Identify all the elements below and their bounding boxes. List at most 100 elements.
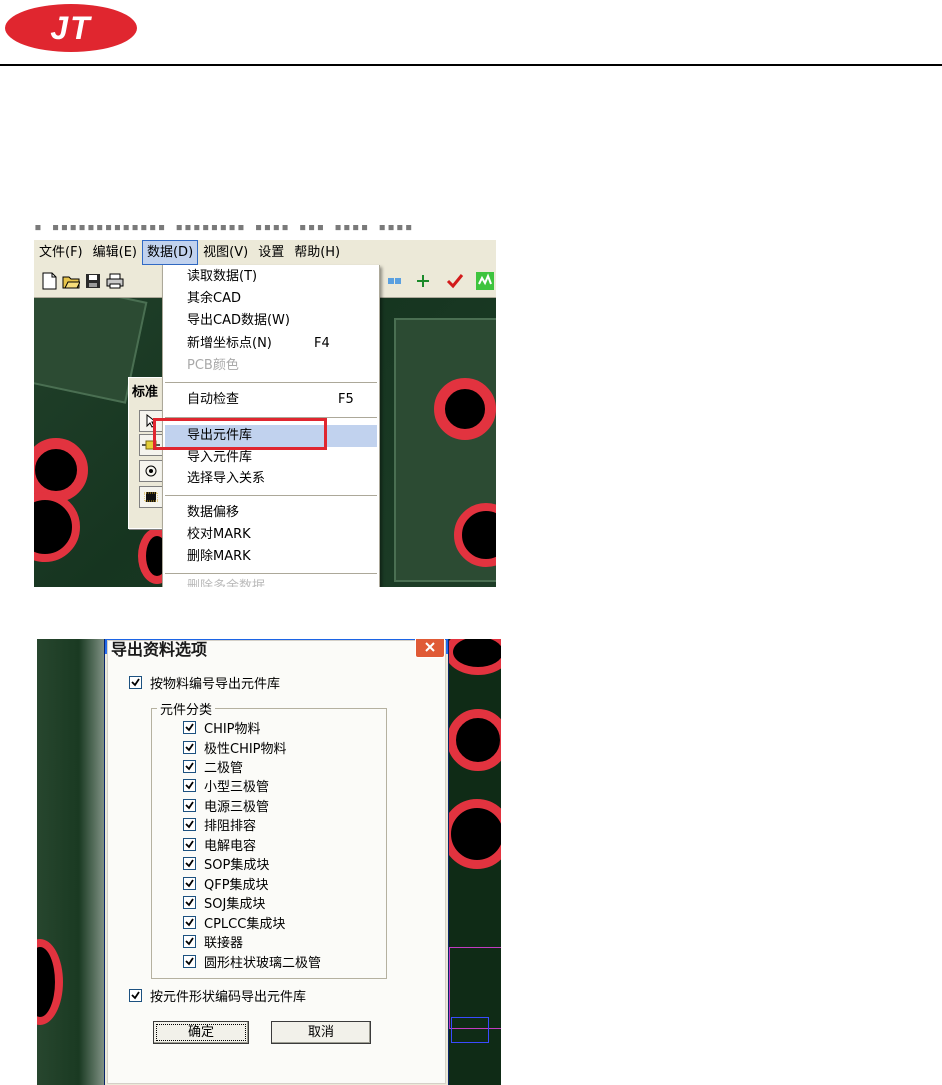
checkbox-box[interactable]: [183, 740, 196, 754]
dialog-title-area: 导出资料选项: [105, 639, 448, 659]
component-icon[interactable]: [385, 272, 403, 290]
menu-file[interactable]: 文件(F): [34, 240, 88, 265]
menu-help[interactable]: 帮助(H): [289, 240, 345, 265]
checkbox-label: CHIP物料: [204, 721, 261, 737]
checkbox-label: 电源三极管: [204, 799, 270, 815]
dialog-title: 导出资料选项: [111, 640, 208, 659]
jt-logo-graphic: JT: [5, 4, 137, 52]
dialog-screenshot: 导出资料选项 按物料编号导出元件库 元件分类 CHIP物料 极性CHIP物料 二…: [37, 639, 501, 1085]
logo-text: JT: [50, 10, 92, 46]
checkbox-label: 电解电容: [204, 838, 257, 854]
menu-item-add-coord[interactable]: 新增坐标点(N) F4: [187, 334, 367, 354]
pcb-pad: [34, 492, 80, 562]
category-checkbox[interactable]: 圆形柱状玻璃二极管: [183, 952, 322, 971]
checkbox-box[interactable]: [183, 837, 196, 851]
checkbox-box[interactable]: [183, 856, 196, 870]
new-file-icon[interactable]: [40, 272, 58, 290]
category-checkbox[interactable]: 极性CHIP物料: [183, 738, 287, 757]
category-checkbox[interactable]: 小型三极管: [183, 776, 270, 795]
category-checkbox[interactable]: QFP集成块: [183, 874, 269, 893]
save-icon[interactable]: [84, 272, 102, 290]
menu-separator: [165, 573, 377, 574]
category-checkbox[interactable]: CPLCC集成块: [183, 913, 286, 932]
category-checkbox[interactable]: CHIP物料: [183, 718, 261, 737]
shortcut-f5: F5: [338, 392, 354, 407]
checkbox-label: 联接器: [204, 935, 244, 951]
checkbox-label: QFP集成块: [204, 877, 269, 893]
menu-item-read-data[interactable]: 读取数据(T): [187, 267, 257, 287]
checkbox-label: 小型三极管: [204, 779, 270, 795]
check-icon[interactable]: [446, 272, 464, 290]
category-checkbox[interactable]: SOP集成块: [183, 854, 270, 873]
move-icon[interactable]: [414, 272, 432, 290]
category-checkbox[interactable]: 电解电容: [183, 835, 257, 854]
checkbox-box[interactable]: [183, 759, 196, 773]
menu-item-label: 自动检查: [187, 392, 240, 407]
menu-data[interactable]: 数据(D): [141, 240, 199, 265]
checkbox-label: 极性CHIP物料: [204, 741, 287, 757]
menu-screenshot: ▪ ▪▪▪▪▪▪▪▪▪▪▪▪▪ ▪▪▪▪▪▪▪▪ ▪▪▪▪ ▪▪▪ ▪▪▪▪ ▪…: [34, 222, 496, 587]
checkbox-box[interactable]: [183, 876, 196, 890]
checkbox-label: 二极管: [204, 760, 244, 776]
jt-logo: JT: [3, 2, 139, 54]
menu-item-export-cad[interactable]: 导出CAD数据(W): [187, 311, 290, 331]
diode-icon[interactable]: [139, 460, 163, 482]
category-group-label: 元件分类: [157, 699, 216, 718]
category-checkbox[interactable]: SOJ集成块: [183, 893, 266, 912]
checkbox-label: SOP集成块: [204, 857, 270, 873]
menu-item-select-import[interactable]: 选择导入关系: [187, 469, 265, 489]
export-by-material-checkbox[interactable]: 按物料编号导出元件库: [129, 673, 281, 692]
menu-item-delete-mark[interactable]: 删除MARK: [187, 547, 251, 567]
menu-separator: [165, 382, 377, 383]
pcb-pad: [447, 709, 501, 771]
menu-item-cut-off[interactable]: 删除多余数据: [187, 577, 265, 587]
shortcut-f4: F4: [314, 336, 330, 351]
menu-edit[interactable]: 编辑(E): [88, 240, 142, 265]
checkbox-box[interactable]: [183, 934, 196, 948]
checkbox-box[interactable]: [183, 720, 196, 734]
checkbox-label: CPLCC集成块: [204, 916, 286, 932]
menu-item-pcb-color: PCB颜色: [187, 358, 239, 373]
print-icon[interactable]: [106, 272, 124, 290]
menu-item-check-mark[interactable]: 校对MARK: [187, 525, 251, 545]
checkbox-label: SOJ集成块: [204, 896, 266, 912]
menu-view[interactable]: 视图(V): [198, 240, 253, 265]
menu-item-auto-check[interactable]: 自动检查 F5: [187, 390, 367, 410]
close-icon[interactable]: [415, 639, 445, 658]
menu-item-label: 新增坐标点(N): [187, 336, 272, 351]
menu-separator: [165, 495, 377, 496]
pcb-pad: [434, 378, 496, 440]
category-checkbox[interactable]: 电源三极管: [183, 796, 270, 815]
ok-button[interactable]: 确定: [153, 1021, 249, 1044]
component-outline: [451, 1017, 489, 1043]
checkbox-box[interactable]: [129, 675, 142, 689]
category-checkbox[interactable]: 联接器: [183, 932, 244, 951]
category-checkbox[interactable]: 排阻排容: [183, 815, 257, 834]
checkbox-label: 排阻排容: [204, 818, 257, 834]
menubar: 文件(F) 编辑(E) 数据(D) 视图(V) 设置 帮助(H): [34, 240, 496, 265]
checkbox-box[interactable]: [183, 915, 196, 929]
open-folder-icon[interactable]: [62, 272, 80, 290]
category-checkbox[interactable]: 二极管: [183, 757, 244, 776]
checkbox-box[interactable]: [183, 778, 196, 792]
cancel-button[interactable]: 取消: [271, 1021, 371, 1044]
checkbox-label: 按物料编号导出元件库: [150, 676, 281, 692]
header-rule: [0, 64, 942, 66]
export-by-shape-checkbox[interactable]: 按元件形状编码导出元件库: [129, 986, 307, 1005]
export-options-dialog: 导出资料选项 按物料编号导出元件库 元件分类 CHIP物料 极性CHIP物料 二…: [104, 639, 449, 1085]
checkbox-box[interactable]: [183, 817, 196, 831]
export-lib-highlight-box: [153, 418, 327, 450]
menu-item-import-lib[interactable]: 导入元件库: [187, 448, 252, 468]
window-titlebar: ▪ ▪▪▪▪▪▪▪▪▪▪▪▪▪ ▪▪▪▪▪▪▪▪ ▪▪▪▪ ▪▪▪ ▪▪▪▪ ▪…: [34, 222, 496, 240]
checkbox-box[interactable]: [183, 954, 196, 968]
checkbox-box[interactable]: [129, 988, 142, 1002]
checkbox-label: 圆形柱状玻璃二极管: [204, 955, 322, 971]
checkbox-label: 按元件形状编码导出元件库: [150, 989, 307, 1005]
menu-settings[interactable]: 设置: [253, 240, 289, 265]
checkbox-box[interactable]: [183, 798, 196, 812]
menu-item-other-cad[interactable]: 其余CAD: [187, 289, 241, 309]
chip-icon[interactable]: [139, 486, 163, 508]
checkbox-box[interactable]: [183, 895, 196, 909]
graph-icon[interactable]: [476, 272, 494, 290]
menu-item-data-offset[interactable]: 数据偏移: [187, 503, 239, 523]
